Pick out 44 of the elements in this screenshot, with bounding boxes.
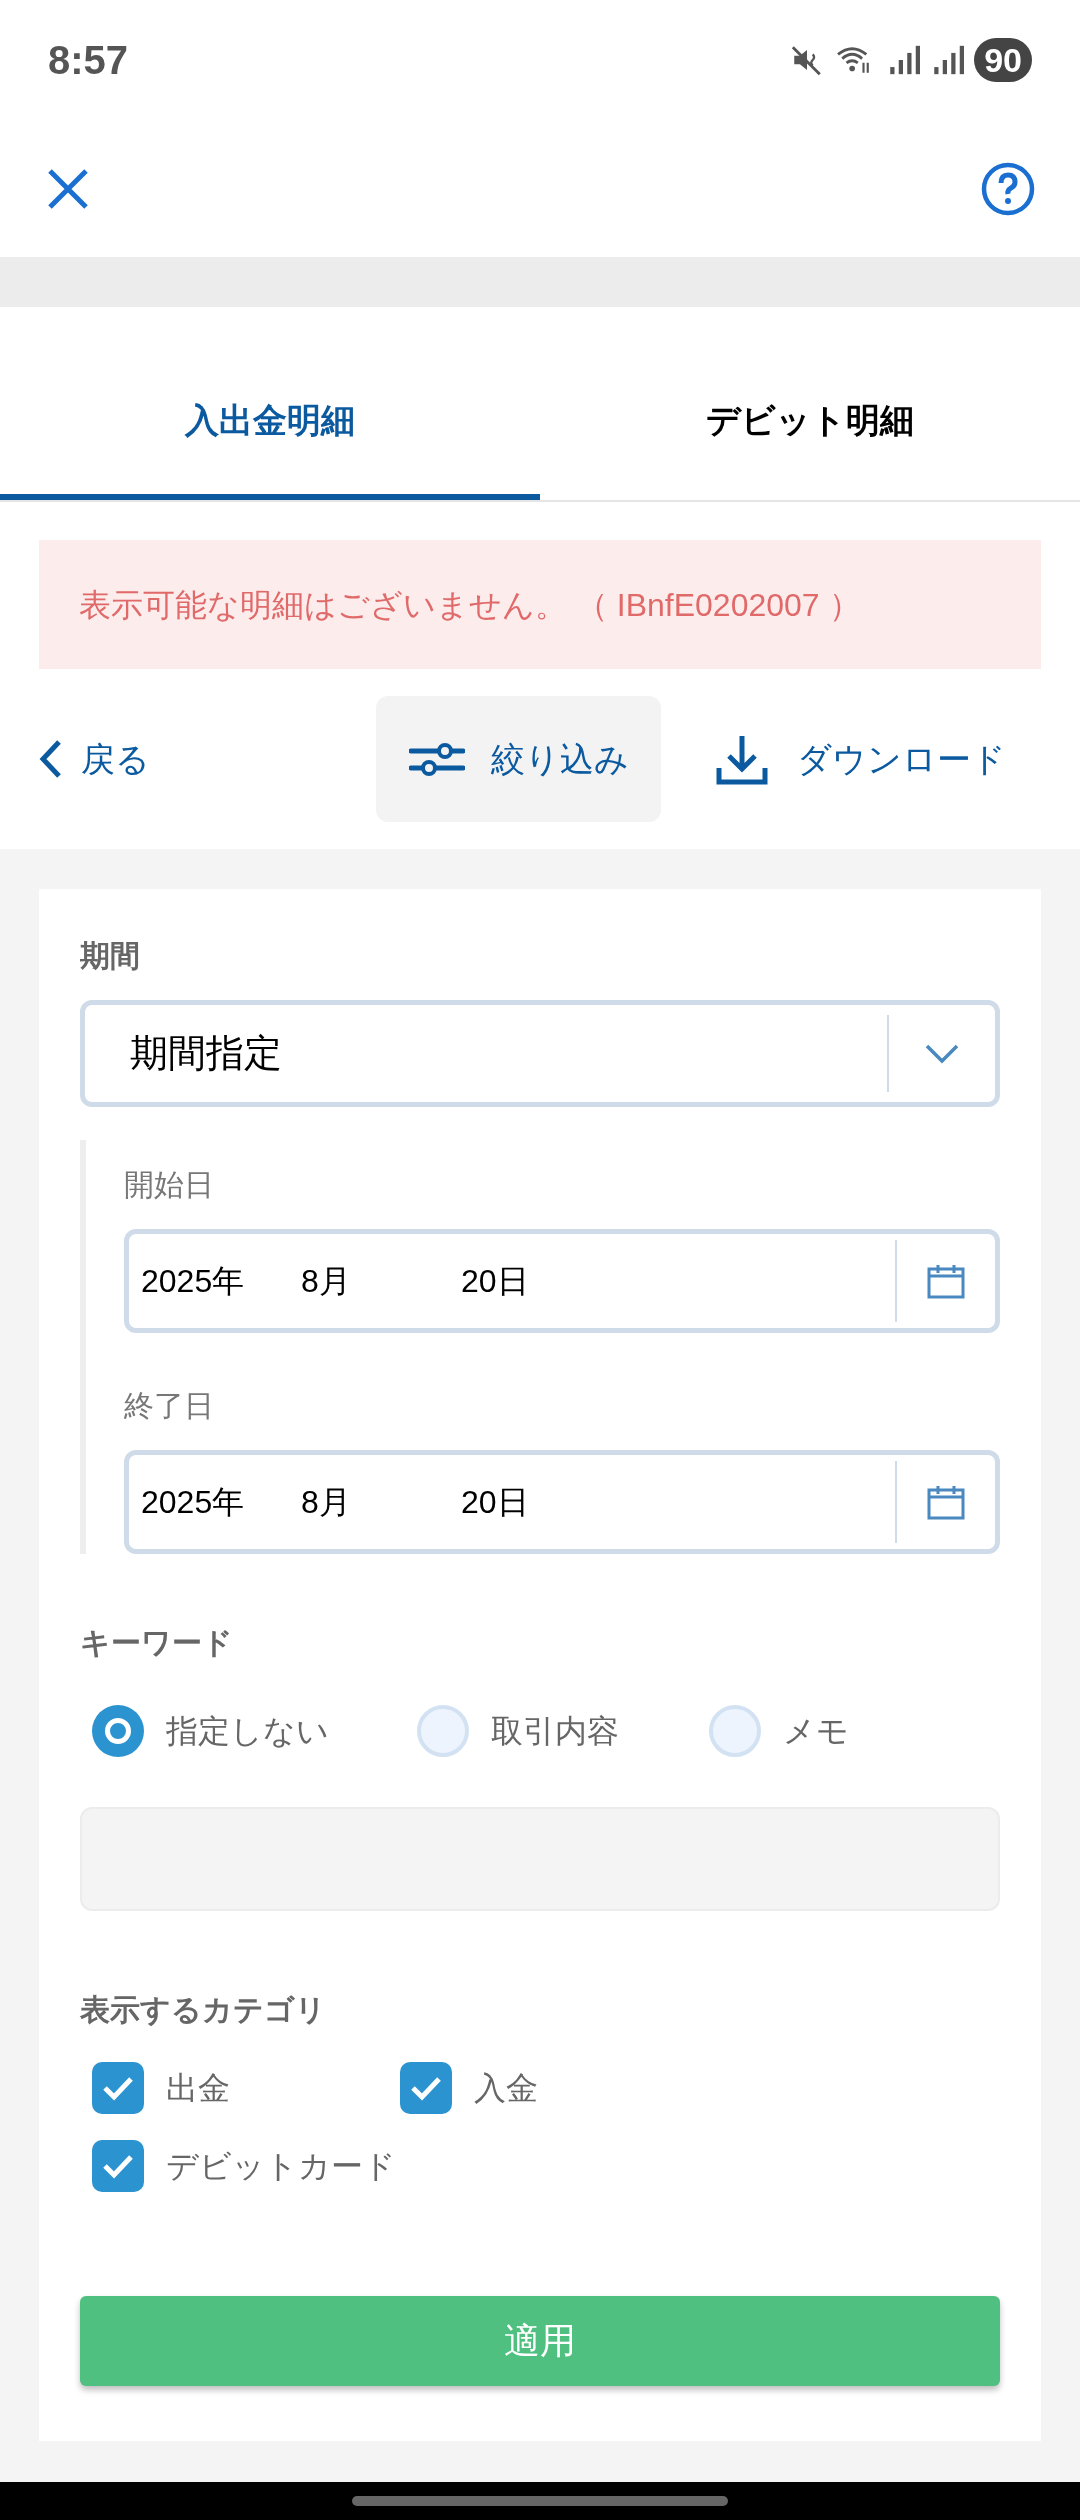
- checkmark-icon: [102, 2075, 134, 2101]
- checkbox[interactable]: [400, 2062, 452, 2114]
- checkbox-label: デビットカード: [166, 2147, 396, 2186]
- checkbox[interactable]: [92, 2140, 144, 2192]
- back-button[interactable]: 戻る: [39, 733, 376, 785]
- month-text: 8月: [301, 1483, 352, 1522]
- radio-label: メモ: [783, 1712, 849, 1751]
- field-label: 終了日: [124, 1388, 215, 1424]
- period-dropdown[interactable]: 期間指定: [80, 1000, 1000, 1107]
- radio-label: 指定しない: [166, 1712, 329, 1751]
- dropdown-value: 期間指定: [129, 1031, 283, 1076]
- checkbox-label: 入金: [474, 2069, 538, 2108]
- radio-button[interactable]: [92, 1705, 144, 1757]
- calendar-icon[interactable]: [927, 1263, 965, 1299]
- download-button[interactable]: ダウンロード: [715, 732, 1006, 786]
- radio-button[interactable]: [709, 1705, 761, 1757]
- clock-text: 8:57: [48, 37, 129, 84]
- help-button[interactable]: [980, 160, 1036, 217]
- section-label: キーワード: [80, 1625, 234, 1661]
- field-label: 開始日: [124, 1167, 215, 1203]
- error-message: 表示可能な明細はございません。 （ IBnfE0202007 ）: [79, 585, 861, 625]
- year-text: 2025年: [141, 1262, 246, 1301]
- filter-button[interactable]: 絞り込み: [376, 696, 661, 822]
- year-text: 2025年: [141, 1483, 246, 1522]
- chevron-down-icon: [925, 1043, 959, 1064]
- day-text: 20日: [461, 1262, 529, 1301]
- radio-label: 取引内容: [491, 1712, 619, 1751]
- checkmark-icon: [410, 2075, 442, 2101]
- date-field[interactable]: 2025年 8月 20日: [124, 1229, 1000, 1333]
- battery-indicator: 90: [974, 38, 1032, 82]
- radio-button[interactable]: [417, 1705, 469, 1757]
- tab[interactable]: デビット明細: [540, 307, 1080, 500]
- checkmark-icon: [102, 2153, 134, 2179]
- sliders-icon: [408, 741, 465, 777]
- chevron-left-icon: [39, 739, 63, 779]
- calendar-icon[interactable]: [927, 1484, 965, 1520]
- checkbox[interactable]: [92, 2062, 144, 2114]
- day-text: 20日: [461, 1483, 529, 1522]
- checkbox-label: 出金: [166, 2069, 230, 2108]
- tab[interactable]: 入出金明細: [0, 307, 540, 500]
- month-text: 8月: [301, 1262, 352, 1301]
- date-field[interactable]: 2025年 8月 20日: [124, 1450, 1000, 1554]
- section-label: 表示するカテゴリ: [80, 1992, 327, 2028]
- section-label: 期間: [80, 938, 141, 974]
